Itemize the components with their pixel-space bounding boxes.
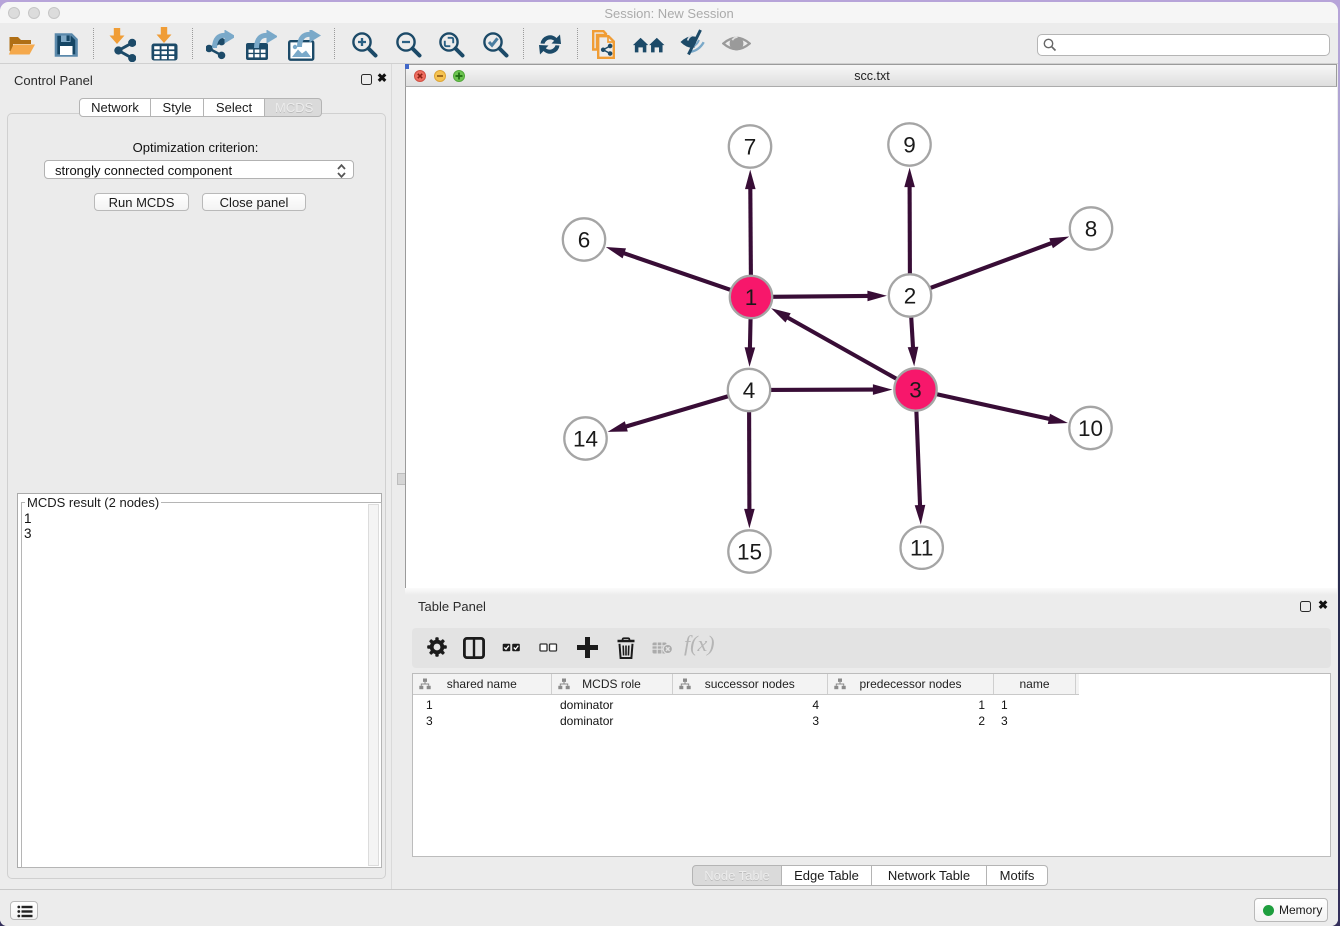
svg-text:8: 8 [1085,216,1098,241]
svg-text:10: 10 [1078,416,1103,441]
svg-text:11: 11 [910,536,933,561]
svg-text:1: 1 [745,285,758,310]
svg-text:2: 2 [904,283,917,308]
svg-text:14: 14 [573,426,598,451]
svg-text:15: 15 [737,539,762,564]
svg-text:6: 6 [578,227,591,252]
svg-text:9: 9 [903,132,916,157]
svg-text:3: 3 [909,377,922,402]
svg-text:4: 4 [743,378,756,403]
svg-text:7: 7 [744,134,757,159]
